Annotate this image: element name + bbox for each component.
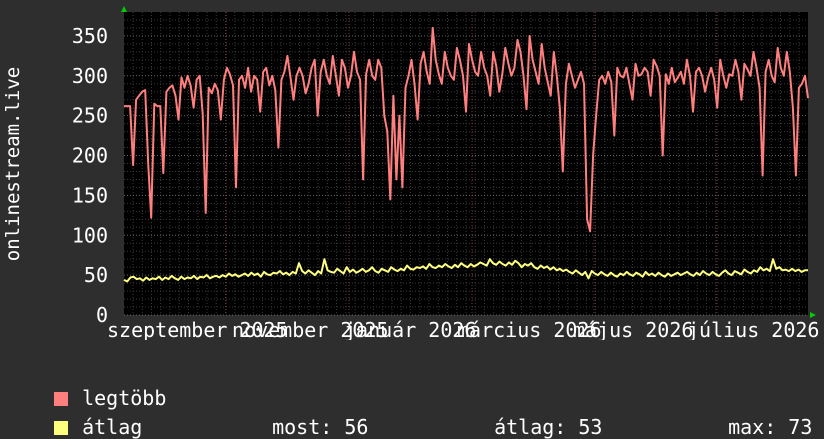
y-tick-label: 300 — [72, 64, 108, 88]
y-tick-label: 150 — [72, 183, 108, 207]
y-axis: 050100150200250300350 — [72, 24, 108, 327]
legend-swatch-avg — [54, 421, 69, 435]
y-tick-label: 200 — [72, 144, 108, 168]
stat-max: max: 73 — [728, 415, 813, 439]
y-axis-label: onlinestream.live — [2, 67, 24, 261]
y-tick-label: 100 — [72, 223, 108, 247]
y-tick-label: 250 — [72, 104, 108, 128]
legend-item-avg: átlag most: 56 átlag: 53 max: 73 — [30, 391, 812, 439]
x-tick-label: május 2026 — [573, 318, 693, 340]
y-tick-label: 50 — [84, 263, 108, 287]
y-tick-label: 350 — [72, 24, 108, 48]
legend-label-avg: átlag — [82, 415, 143, 439]
x-axis: szeptember 2025november 2025január 2026m… — [107, 318, 819, 340]
stat-average: átlag: 53 — [494, 415, 603, 439]
x-tick-label: július 2026 — [687, 318, 819, 340]
stat-current: most: 56 — [272, 415, 369, 439]
chart: 050100150200250300350 szeptember 2025nov… — [2, 6, 819, 340]
y-axis-arrow-icon — [121, 6, 127, 12]
